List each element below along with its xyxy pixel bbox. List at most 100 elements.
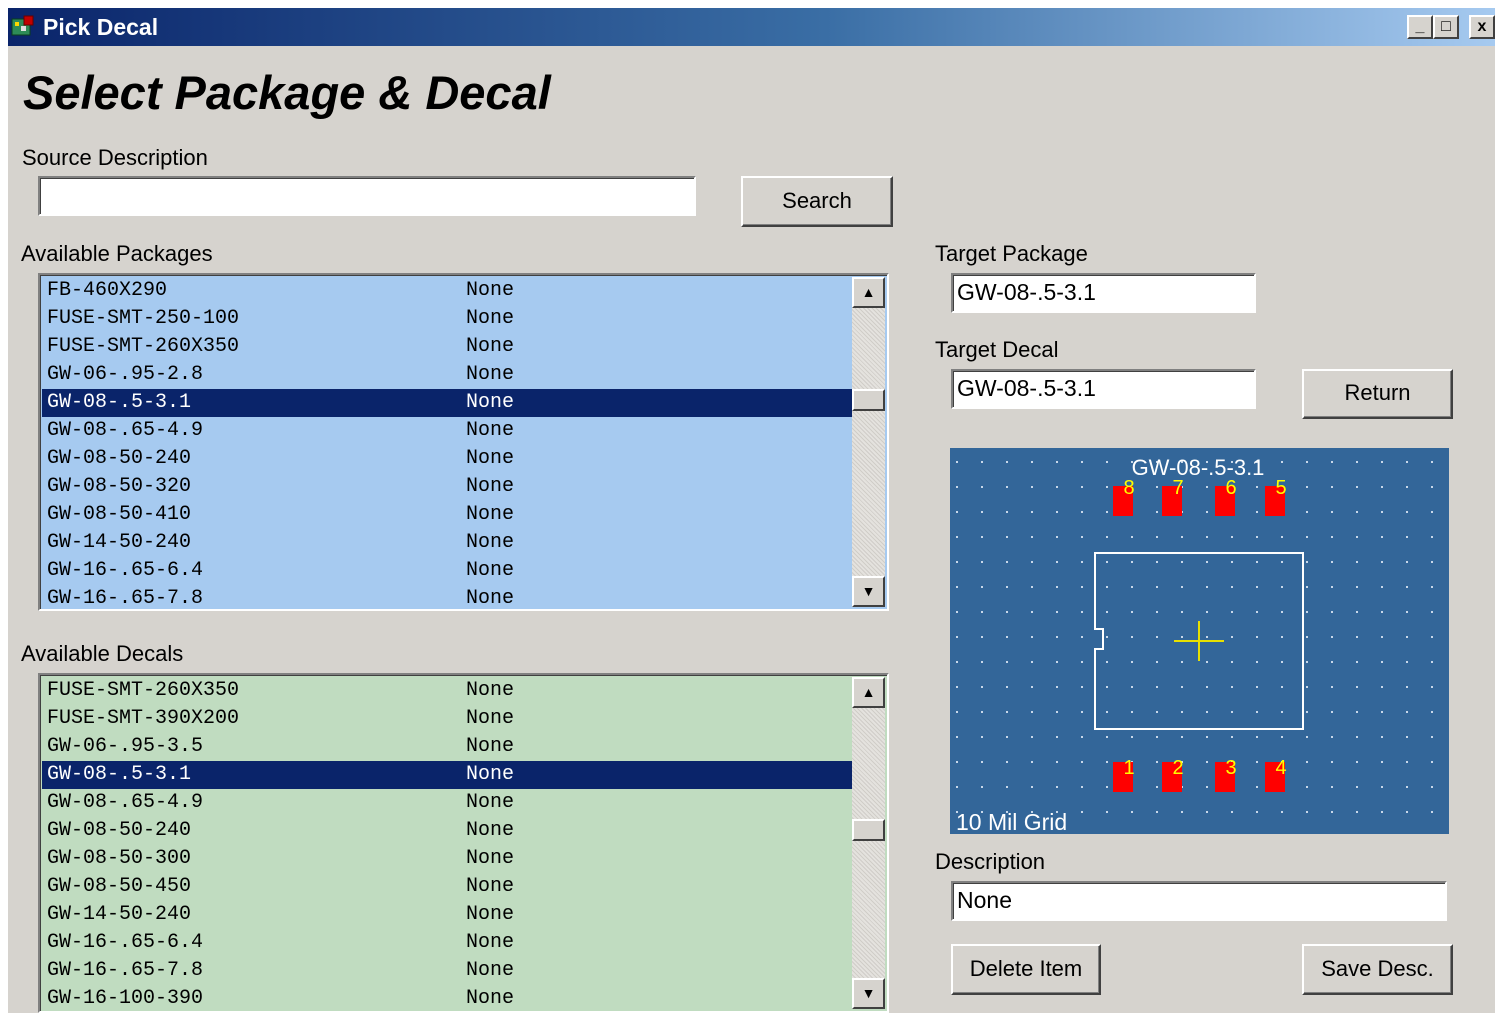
list-item-description: None — [466, 335, 515, 358]
pin-number: 7 — [1172, 477, 1183, 499]
list-item-name: GW-14-50-240 — [47, 531, 192, 554]
list-item[interactable]: GW-08-.5-3.1 None — [42, 389, 852, 417]
list-item[interactable]: GW-08-50-300 None — [42, 845, 852, 873]
list-item-name: GW-06-.95-3.5 — [47, 735, 204, 758]
target-decal-input[interactable]: GW-08-.5-3.1 — [951, 369, 1256, 409]
list-item[interactable]: GW-16-.65-7.8 None — [42, 957, 852, 985]
list-item-description: None — [466, 763, 515, 786]
title-bar[interactable]: Pick Decal _ □ x — [8, 8, 1495, 46]
pin-number: 8 — [1123, 477, 1134, 499]
list-item-name: GW-16-.65-7.8 — [47, 959, 204, 982]
target-package-input[interactable]: GW-08-.5-3.1 — [951, 273, 1256, 313]
app-icon — [11, 15, 34, 36]
pin-number: 1 — [1123, 757, 1134, 779]
list-item[interactable]: FUSE-SMT-250-100 None — [42, 305, 852, 333]
list-item-description: None — [466, 587, 515, 607]
list-item-name: GW-08-.5-3.1 — [47, 763, 192, 786]
minimize-button[interactable]: _ — [1407, 15, 1433, 39]
pin-number: 5 — [1275, 477, 1286, 499]
list-item[interactable]: FB-460X290 None — [42, 277, 852, 305]
description-label: Description — [935, 849, 1046, 874]
list-item-name: GW-08-50-320 — [47, 475, 192, 498]
list-item[interactable]: GW-08-.5-3.1 None — [42, 761, 852, 789]
list-item-description: None — [466, 847, 515, 870]
list-item-name: FUSE-SMT-260X350 — [47, 679, 240, 702]
delete-item-button[interactable]: Delete Item — [951, 944, 1101, 995]
list-item-name: GW-16-.65-6.4 — [47, 931, 204, 954]
list-item[interactable]: GW-14-50-240 None — [42, 529, 852, 557]
list-item[interactable]: GW-16-.65-7.8 None — [42, 585, 852, 607]
decals-scrollbar[interactable]: ▲ ▼ — [852, 677, 885, 1009]
decal-preview: GW-08-.5-3.1 8 7 6 5 1 2 3 4 10 Mil Grid — [950, 448, 1449, 835]
list-item-name: GW-08-.65-4.9 — [47, 419, 204, 442]
list-item-name: FB-460X290 — [47, 279, 168, 302]
scroll-down-arrow-icon[interactable]: ▼ — [852, 978, 885, 1009]
source-description-label: Source Description — [22, 145, 208, 170]
list-item-name: GW-16-100-390 — [47, 987, 204, 1009]
page-title: Select Package & Decal — [23, 66, 551, 119]
search-button[interactable]: Search — [741, 176, 893, 227]
available-packages-label: Available Packages — [21, 241, 213, 266]
list-item-name: GW-14-50-240 — [47, 903, 192, 926]
maximize-button[interactable]: □ — [1433, 15, 1459, 39]
list-item[interactable]: FUSE-SMT-260X350 None — [42, 333, 852, 361]
list-item-description: None — [466, 987, 515, 1009]
list-item-name: FUSE-SMT-390X200 — [47, 707, 240, 730]
list-item-name: GW-08-50-240 — [47, 819, 192, 842]
list-item[interactable]: GW-16-.65-6.4 None — [42, 557, 852, 585]
list-item-description: None — [466, 791, 515, 814]
list-item[interactable]: GW-14-50-240 None — [42, 901, 852, 929]
pin-number: 2 — [1172, 757, 1183, 779]
list-item[interactable]: GW-08-50-240 None — [42, 817, 852, 845]
save-desc-button[interactable]: Save Desc. — [1302, 944, 1453, 995]
target-decal-label: Target Decal — [935, 337, 1059, 362]
scroll-up-arrow-icon[interactable]: ▲ — [852, 677, 885, 708]
target-package-label: Target Package — [935, 241, 1088, 266]
list-item[interactable]: GW-08-50-450 None — [42, 873, 852, 901]
return-button[interactable]: Return — [1302, 369, 1453, 419]
list-item-name: GW-08-50-240 — [47, 447, 192, 470]
list-item-name: GW-08-.65-4.9 — [47, 791, 204, 814]
available-decals-label: Available Decals — [21, 641, 184, 666]
source-description-input[interactable] — [38, 176, 696, 216]
list-item-description: None — [466, 279, 515, 302]
list-item-description: None — [466, 363, 515, 386]
list-item-description: None — [466, 903, 515, 926]
decal-drawing: GW-08-.5-3.1 8 7 6 5 1 2 3 4 — [950, 448, 1449, 834]
list-item[interactable]: GW-08-50-410 None — [42, 501, 852, 529]
list-item-description: None — [466, 819, 515, 842]
grid-label: 10 Mil Grid — [956, 809, 1068, 835]
list-item-description: None — [466, 531, 515, 554]
scroll-thumb[interactable] — [852, 389, 885, 411]
scroll-down-arrow-icon[interactable]: ▼ — [852, 576, 885, 607]
description-input[interactable]: None — [951, 881, 1447, 921]
list-item-name: FUSE-SMT-260X350 — [47, 335, 240, 358]
window-title: Pick Decal — [43, 14, 159, 40]
package-rows: FB-460X290 None FUSE-SMT-250-100 None FUSE-S… — [42, 277, 852, 607]
list-item[interactable]: GW-06-.95-2.8 None — [42, 361, 852, 389]
scroll-up-arrow-icon[interactable]: ▲ — [852, 277, 885, 308]
available-packages-list[interactable]: FB-460X290 None FUSE-SMT-250-100 None FUSE-S… — [38, 273, 889, 611]
pin-number: 6 — [1225, 477, 1236, 499]
packages-scrollbar[interactable]: ▲ ▼ — [852, 277, 885, 607]
list-item-description: None — [466, 735, 515, 758]
scroll-thumb[interactable] — [852, 819, 885, 841]
list-item-description: None — [466, 959, 515, 982]
preview-decal-name: GW-08-.5-3.1 — [1132, 455, 1265, 480]
list-item[interactable]: FUSE-SMT-260X350 None — [42, 677, 852, 705]
list-item-description: None — [466, 419, 515, 442]
list-item[interactable]: GW-16-100-390 None — [42, 985, 852, 1009]
list-item[interactable]: FUSE-SMT-390X200 None — [42, 705, 852, 733]
list-item[interactable]: GW-08-.65-4.9 None — [42, 789, 852, 817]
list-item[interactable]: GW-16-.65-6.4 None — [42, 929, 852, 957]
list-item[interactable]: GW-06-.95-3.5 None — [42, 733, 852, 761]
available-decals-list[interactable]: FUSE-SMT-260X350 None FUSE-SMT-390X200 None… — [38, 673, 889, 1013]
list-item-description: None — [466, 447, 515, 470]
list-item[interactable]: GW-08-.65-4.9 None — [42, 417, 852, 445]
list-item-name: GW-08-50-450 — [47, 875, 192, 898]
list-item-description: None — [466, 391, 515, 414]
close-button[interactable]: x — [1469, 15, 1495, 39]
pin-number: 3 — [1225, 757, 1236, 779]
list-item[interactable]: GW-08-50-240 None — [42, 445, 852, 473]
list-item[interactable]: GW-08-50-320 None — [42, 473, 852, 501]
